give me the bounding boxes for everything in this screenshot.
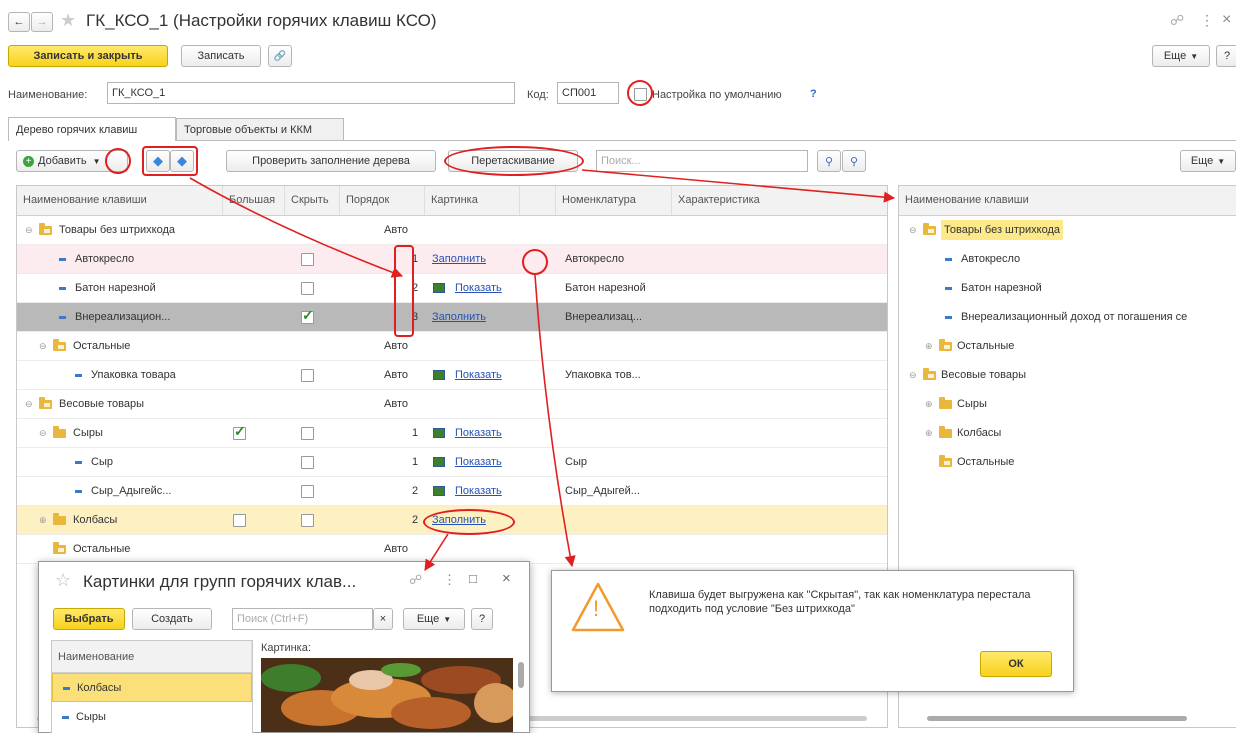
arrow-flag-to-alert: [534, 274, 576, 568]
arrow-fill-to-popup: [424, 533, 449, 571]
arrow-drag-to-preview: [581, 169, 896, 203]
annotation-arrows: [189, 169, 896, 571]
arrow-move-to-order: [189, 177, 404, 278]
tab-hotkey-tree[interactable]: Дерево горячих клавиш: [8, 117, 176, 141]
